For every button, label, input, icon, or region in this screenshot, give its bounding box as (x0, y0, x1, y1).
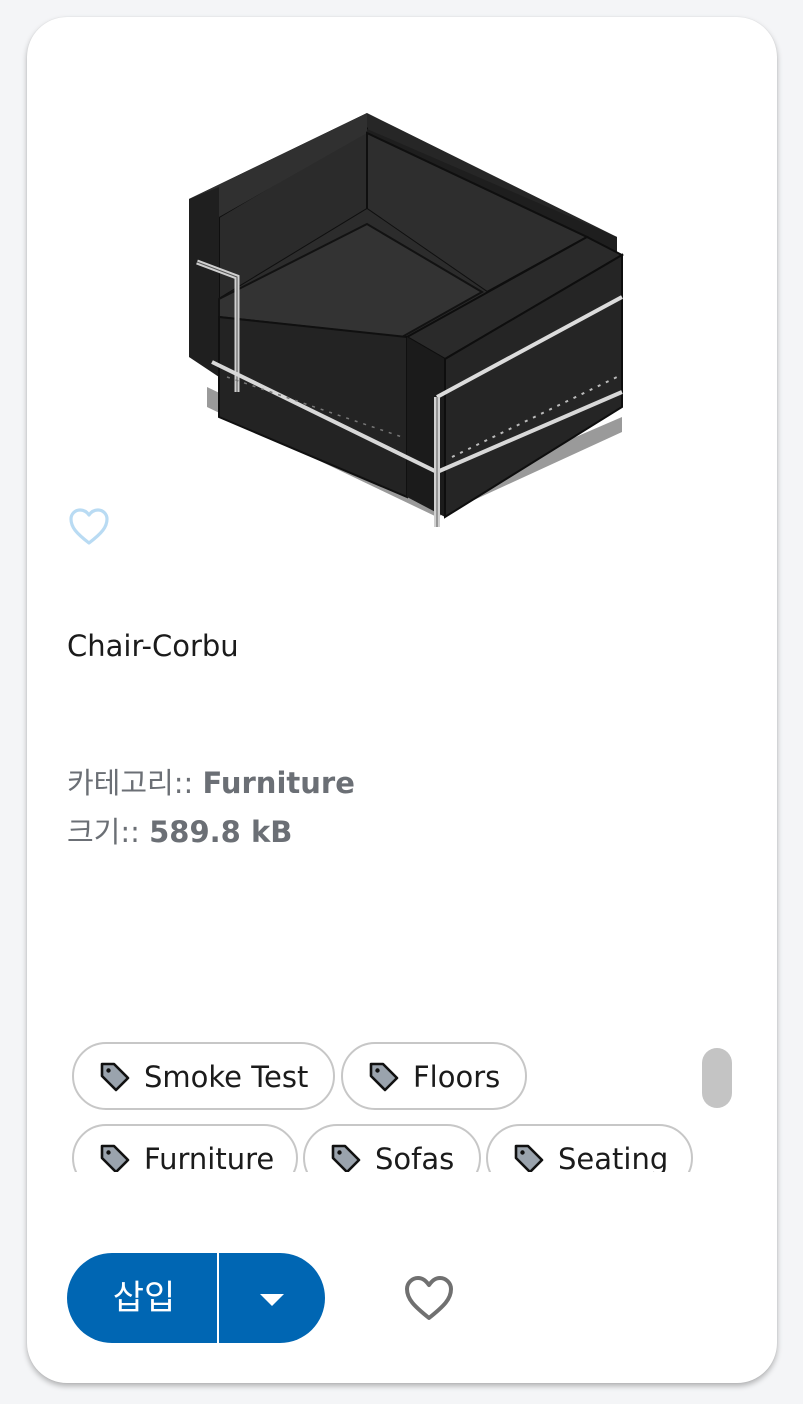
content-card: Chair-Corbu 카테고리:: Furniture 크기:: 589.8 … (27, 17, 777, 1383)
tag-label: Furniture (144, 1142, 275, 1172)
heart-outline-icon (405, 1276, 453, 1320)
tag-label: Seating (558, 1142, 669, 1172)
tag-chip-floors[interactable]: Floors (341, 1042, 527, 1110)
category-row: 카테고리:: Furniture (67, 760, 355, 802)
tag-chip-furniture[interactable]: Furniture (72, 1124, 298, 1172)
item-title: Chair-Corbu (67, 629, 239, 663)
insert-button[interactable]: 삽입 (67, 1253, 217, 1343)
chair-thumbnail[interactable] (167, 87, 637, 537)
insert-options-button[interactable] (219, 1253, 325, 1343)
tag-list: Smoke Test Floors Furniture Sofas Seatin… (72, 1042, 712, 1172)
size-value: 589.8 kB (149, 815, 293, 849)
category-value: Furniture (202, 766, 355, 800)
tag-chip-seating[interactable]: Seating (486, 1124, 693, 1172)
tag-chip-sofas[interactable]: Sofas (303, 1124, 481, 1172)
favorite-button[interactable] (403, 1275, 455, 1323)
thumbnail-favorite-heart-icon[interactable] (67, 507, 111, 547)
tag-list-scrollbar[interactable] (702, 1048, 732, 1108)
tag-icon (367, 1060, 401, 1094)
tag-icon (512, 1142, 546, 1172)
caret-down-icon (260, 1294, 284, 1306)
tag-label: Smoke Test (144, 1060, 309, 1094)
insert-split-button: 삽입 (67, 1253, 325, 1343)
tag-icon (329, 1142, 363, 1172)
tag-label: Sofas (375, 1142, 455, 1172)
size-label: 크기:: (67, 815, 140, 849)
tag-chip-smoke-test[interactable]: Smoke Test (72, 1042, 335, 1110)
tag-icon (98, 1060, 132, 1094)
tag-icon (98, 1142, 132, 1172)
size-row: 크기:: 589.8 kB (67, 809, 292, 851)
tag-label: Floors (413, 1060, 501, 1094)
category-label: 카테고리:: (67, 766, 194, 800)
